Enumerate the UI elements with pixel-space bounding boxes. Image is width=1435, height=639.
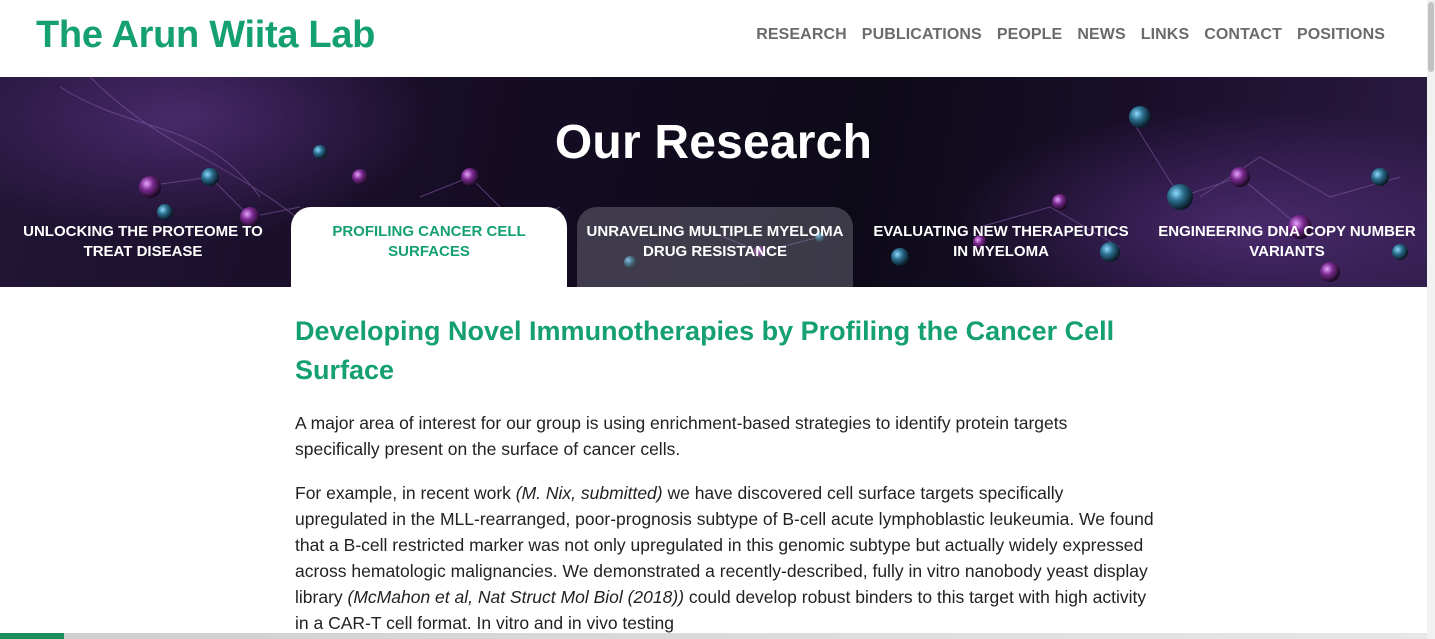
tab-label-line: SURFACES <box>388 243 470 260</box>
tab-unlocking-proteome[interactable]: UNLOCKING THE PROTEOME TO TREAT DISEASE <box>5 207 281 287</box>
tab-label-line: UNRAVELING MULTIPLE MYELOMA <box>586 223 844 240</box>
page-scrollbar[interactable] <box>1427 0 1435 639</box>
nav-news[interactable]: NEWS <box>1077 26 1125 44</box>
paragraph-text: For example, in recent work <box>295 483 516 503</box>
tab-label-line: TREAT DISEASE <box>83 243 203 260</box>
site-header: The Arun Wiita Lab RESEARCH PUBLICATIONS… <box>0 0 1427 77</box>
article-paragraph-1: A major area of interest for our group i… <box>295 413 1068 459</box>
tab-unraveling-myeloma-resistance[interactable]: UNRAVELING MULTIPLE MYELOMA DRUG RESISTAN… <box>577 207 853 287</box>
tab-label-line: IN MYELOMA <box>953 243 1049 260</box>
scrollbar-thumb[interactable] <box>1428 2 1434 72</box>
tab-label-line: UNLOCKING THE PROTEOME TO <box>23 223 263 240</box>
nav-research[interactable]: RESEARCH <box>756 26 847 44</box>
tab-label-line: ENGINEERING DNA COPY NUMBER <box>1158 223 1416 240</box>
nav-publications[interactable]: PUBLICATIONS <box>862 26 982 44</box>
nav-people[interactable]: PEOPLE <box>997 26 1063 44</box>
hero-title: Our Research <box>554 116 873 169</box>
article-title: Developing Novel Immunotherapies by Prof… <box>295 316 1115 385</box>
research-hero: Our Research UNLOCKING THE PROTEOME TO TR… <box>0 77 1427 287</box>
nav-contact[interactable]: CONTACT <box>1204 26 1282 44</box>
citation: (McMahon et al, Nat Struct Mol Biol (201… <box>347 587 685 607</box>
nav-positions[interactable]: POSITIONS <box>1297 26 1385 44</box>
site-logo[interactable]: The Arun Wiita Lab <box>36 14 375 57</box>
citation: (M. Nix, submitted) <box>515 483 663 503</box>
tab-engineering-dna-copy-number[interactable]: ENGINEERING DNA COPY NUMBER VARIANTS <box>1149 207 1425 287</box>
tab-label-line: VARIANTS <box>1249 243 1325 260</box>
tab-label-line: DRUG RESISTANCE <box>643 243 787 260</box>
main-nav: RESEARCH PUBLICATIONS PEOPLE NEWS LINKS … <box>756 26 1385 44</box>
tab-profiling-cancer-cell-surfaces[interactable]: PROFILING CANCER CELL SURFACES <box>291 207 567 287</box>
tab-label-line: PROFILING CANCER CELL <box>332 223 526 240</box>
footer-edge <box>0 633 1427 639</box>
research-article: Developing Novel Immunotherapies by Prof… <box>295 312 1155 639</box>
nav-links[interactable]: LINKS <box>1141 26 1190 44</box>
article-paragraph-2: For example, in recent work (M. Nix, sub… <box>295 480 1155 636</box>
tab-evaluating-therapeutics[interactable]: EVALUATING NEW THERAPEUTICS IN MYELOMA <box>863 207 1139 287</box>
tab-label-line: EVALUATING NEW THERAPEUTICS <box>873 223 1129 240</box>
